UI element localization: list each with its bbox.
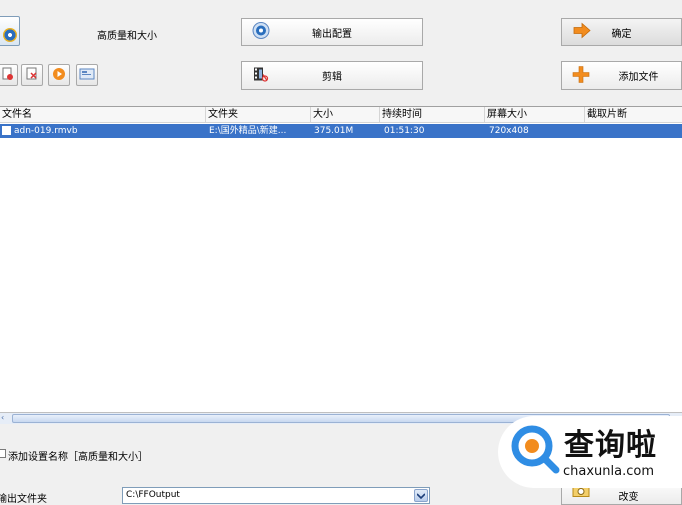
row-checkbox[interactable] (2, 126, 11, 135)
add-file-button[interactable]: 添加文件 (561, 61, 682, 90)
plus-icon (572, 65, 590, 86)
output-config-button[interactable]: 输出配置 (241, 18, 423, 46)
cell-clip (588, 124, 678, 138)
output-folder-value: C:\FFOutput (126, 490, 180, 500)
cell-filename: adn-019.rmvb (14, 126, 78, 136)
watermark-logo-text: 查询啦 (564, 428, 657, 463)
ok-button[interactable]: 确定 (561, 18, 682, 46)
remove-file-icon (0, 67, 14, 84)
add-file-label: 添加文件 (618, 72, 659, 83)
scroll-left-arrow-icon[interactable]: ‹ (1, 413, 4, 422)
ok-label: 确定 (611, 28, 632, 40)
remove-file-button[interactable] (0, 64, 18, 86)
play-button[interactable] (48, 64, 70, 86)
output-folder-select[interactable]: C:\FFOutput (122, 487, 430, 504)
cell-folder: E:\国外精品\新建... (209, 126, 287, 136)
delete-icon (25, 67, 39, 84)
clip-label: 剪辑 (322, 72, 342, 83)
watermark-url: chaxunla.com (563, 464, 654, 479)
column-header-duration[interactable]: 持续时间 (380, 107, 485, 123)
change-label: 改变 (618, 492, 639, 503)
add-setting-name-checkbox[interactable] (0, 449, 6, 458)
output-folder-label: 输出文件夹 (0, 494, 47, 505)
column-header-filename[interactable]: 文件名 (0, 107, 206, 123)
table-header: 文件名 文件夹 大小 持续时间 屏幕大小 截取片断 (0, 107, 682, 123)
settings-disc-icon (252, 22, 270, 43)
media-info-icon (79, 68, 95, 83)
output-config-label: 输出配置 (312, 28, 352, 40)
play-icon (52, 67, 66, 84)
profile-label: 高质量和大小 (97, 31, 157, 42)
column-header-size[interactable]: 大小 (311, 107, 380, 123)
media-info-button[interactable] (76, 64, 98, 86)
clip-button[interactable]: 剪辑 (241, 61, 423, 90)
column-header-screen-size[interactable]: 屏幕大小 (485, 107, 585, 123)
table-row[interactable]: adn-019.rmvb E:\国外精品\新建... 375.01M 01:51… (0, 124, 682, 138)
chevron-down-icon[interactable] (414, 489, 428, 502)
profile-icon[interactable] (0, 16, 20, 46)
clear-list-button[interactable] (21, 64, 43, 86)
cell-screen-size: 720x408 (489, 126, 529, 136)
column-header-clip[interactable]: 截取片断 (585, 107, 682, 123)
cell-size: 375.01M (314, 126, 354, 136)
file-table[interactable]: 文件名 文件夹 大小 持续时间 屏幕大小 截取片断 adn-019.rmvb E… (0, 106, 682, 412)
cell-duration: 01:51:30 (384, 126, 425, 136)
column-header-folder[interactable]: 文件夹 (206, 107, 311, 123)
film-scissors-icon (252, 65, 270, 86)
magnifier-logo-icon (506, 420, 562, 479)
arrow-right-icon (572, 22, 592, 42)
add-setting-name-label: 添加设置名称［高质量和大小］ (8, 452, 148, 463)
